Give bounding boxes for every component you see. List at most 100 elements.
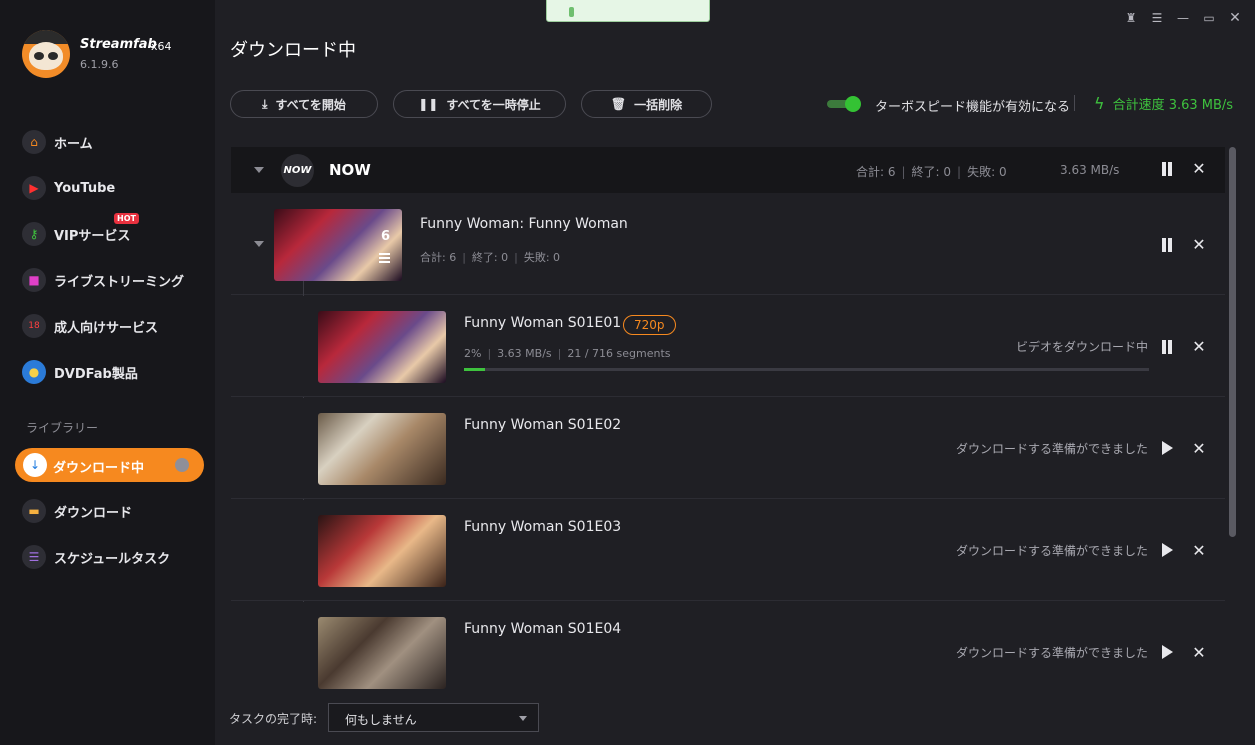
youtube-icon: ▶ xyxy=(22,176,46,200)
skin-icon[interactable]: ♜ xyxy=(1123,10,1139,26)
folder-icon: ▬ xyxy=(22,499,46,523)
sidebar-item-label: ライブストリーミング xyxy=(54,274,185,290)
series-thumbnail: 6 xyxy=(274,209,402,281)
sidebar-item-dvdfab[interactable]: ● DVDFab製品 xyxy=(22,359,138,385)
sidebar-item-vip[interactable]: ⚷ VIPサービス HOT xyxy=(22,213,139,247)
series-title: Funny Woman: Funny Woman xyxy=(420,216,628,232)
group-speed: 3.63 MB/s xyxy=(1060,163,1120,177)
episode-title: Funny Woman S01E01 xyxy=(464,315,622,331)
sidebar-item-schedule[interactable]: ☰ スケジュールタスク xyxy=(22,544,170,570)
chevron-down-icon[interactable] xyxy=(254,167,264,173)
episode-percent: 2% xyxy=(464,347,482,360)
download-icon: ↓ xyxy=(23,453,47,477)
episode-close-icon[interactable]: ✕ xyxy=(1192,339,1206,355)
completion-action-select[interactable]: 何もしません xyxy=(328,703,539,732)
group-failed: 失敗: 0 xyxy=(967,165,1007,179)
group-name: NOW xyxy=(329,161,371,179)
sidebar-item-home[interactable]: ⌂ ホーム xyxy=(22,129,93,155)
group-total: 合計: 6 xyxy=(856,165,896,179)
episode-play-icon[interactable] xyxy=(1162,543,1173,557)
chevron-down-icon[interactable] xyxy=(254,241,264,247)
start-all-button[interactable]: ⤓ すべてを開始 xyxy=(230,90,378,118)
start-all-label: すべてを開始 xyxy=(275,97,346,112)
group-header: NOW NOW 合計: 6 | 終了: 0 | 失敗: 0 3.63 MB/s ✕ xyxy=(231,147,1225,193)
episode-close-icon[interactable]: ✕ xyxy=(1192,645,1206,661)
pause-all-label: すべてを一時停止 xyxy=(446,97,541,112)
series-stats: 合計: 6 | 終了: 0 | 失敗: 0 xyxy=(420,251,561,264)
library-title: ライブラリー xyxy=(26,421,99,435)
sidebar-item-adult[interactable]: 18 成人向けサービス xyxy=(22,313,158,339)
sidebar-item-label: ダウンロード中 xyxy=(53,461,145,476)
episode-pause-icon[interactable] xyxy=(1161,340,1173,354)
bolt-icon: ϟ xyxy=(1094,94,1105,113)
download-icon: ⤓ xyxy=(262,96,268,111)
episode-segments: 21 / 716 segments xyxy=(567,347,671,360)
key-icon: ⚷ xyxy=(22,222,46,246)
app-arch: x64 xyxy=(151,40,172,53)
episode-close-icon[interactable]: ✕ xyxy=(1192,543,1206,559)
sidebar-item-youtube[interactable]: ▶ YouTube xyxy=(22,175,115,201)
episode-title: Funny Woman S01E02 xyxy=(464,417,622,433)
trash-icon: 🗑 xyxy=(610,97,627,111)
minimize-icon[interactable]: — xyxy=(1175,10,1191,26)
series-done: 終了: 0 xyxy=(471,251,509,264)
schedule-icon: ☰ xyxy=(22,545,46,569)
episode-title: Funny Woman S01E04 xyxy=(464,621,622,637)
home-icon: ⌂ xyxy=(22,130,46,154)
delete-all-label: 一括削除 xyxy=(634,97,683,112)
episode-row: Funny Woman S01E03 ダウンロードする準備ができました ✕ xyxy=(231,500,1225,601)
sidebar-item-downloading[interactable]: ↓ ダウンロード中 xyxy=(15,448,204,482)
series-pause-icon[interactable] xyxy=(1161,238,1173,252)
resolution-badge: 720p xyxy=(623,315,676,335)
group-done: 終了: 0 xyxy=(911,165,952,179)
episode-thumbnail xyxy=(318,617,446,689)
episode-progress-stats: 2% | 3.63 MB/s | 21 / 716 segments xyxy=(464,347,671,360)
series-failed: 失敗: 0 xyxy=(523,251,561,264)
total-speed: ϟ 合計速度 3.63 MB/s xyxy=(1094,94,1233,113)
select-value: 何もしません xyxy=(345,713,417,727)
pause-all-button[interactable]: ❚❚ すべてを一時停止 xyxy=(393,90,566,118)
sidebar-item-live[interactable]: ■ ライブストリーミング xyxy=(22,267,184,293)
sidebar-item-downloaded[interactable]: ▬ ダウンロード xyxy=(22,498,132,524)
app-logo-icon xyxy=(22,30,70,78)
total-speed-label: 合計速度 3.63 MB/s xyxy=(1112,98,1234,113)
menu-icon[interactable]: ☰ xyxy=(1149,10,1165,26)
notification-toast xyxy=(546,0,710,22)
episode-row: Funny Woman S01E02 ダウンロードする準備ができました ✕ xyxy=(231,398,1225,499)
close-window-icon[interactable]: ✕ xyxy=(1227,10,1243,26)
sidebar-item-label: ホーム xyxy=(54,136,93,152)
hot-badge: HOT xyxy=(114,213,139,224)
app-version: 6.1.9.6 xyxy=(80,58,119,71)
completion-label: タスクの完了時: xyxy=(229,712,318,726)
turbo-toggle[interactable] xyxy=(827,96,863,112)
sidebar-item-label: VIPサービス xyxy=(54,228,131,244)
series-close-icon[interactable]: ✕ xyxy=(1192,237,1206,253)
episode-play-icon[interactable] xyxy=(1162,645,1173,659)
delete-all-button[interactable]: 🗑 一括削除 xyxy=(581,90,712,118)
group-stats: 合計: 6 | 終了: 0 | 失敗: 0 xyxy=(856,165,1007,179)
count-dot xyxy=(175,458,189,472)
episode-play-icon[interactable] xyxy=(1162,441,1173,455)
progress-fill xyxy=(464,368,485,371)
episode-close-icon[interactable]: ✕ xyxy=(1192,441,1206,457)
episode-status: ビデオをダウンロード中 xyxy=(1015,340,1148,354)
divider xyxy=(1074,95,1075,111)
episode-status: ダウンロードする準備ができました xyxy=(955,646,1148,660)
episode-thumbnail xyxy=(318,311,446,383)
episode-count: 6 xyxy=(380,229,390,244)
group-pause-icon[interactable] xyxy=(1161,162,1173,176)
episode-status: ダウンロードする準備ができました xyxy=(955,442,1148,456)
chevron-down-icon xyxy=(519,716,527,721)
adult-icon: 18 xyxy=(22,314,46,338)
scrollbar[interactable] xyxy=(1229,147,1236,537)
group-close-icon[interactable]: ✕ xyxy=(1192,161,1206,177)
dvdfab-icon: ● xyxy=(22,360,46,384)
page-title: ダウンロード中 xyxy=(230,40,356,61)
sidebar-item-label: YouTube xyxy=(54,180,116,196)
series-total: 合計: 6 xyxy=(420,251,457,264)
maximize-icon[interactable]: ▭ xyxy=(1201,10,1217,26)
episode-speed: 3.63 MB/s xyxy=(497,347,552,360)
pause-icon: ❚❚ xyxy=(418,97,439,111)
progress-bar xyxy=(464,368,1149,371)
list-icon xyxy=(379,253,390,263)
